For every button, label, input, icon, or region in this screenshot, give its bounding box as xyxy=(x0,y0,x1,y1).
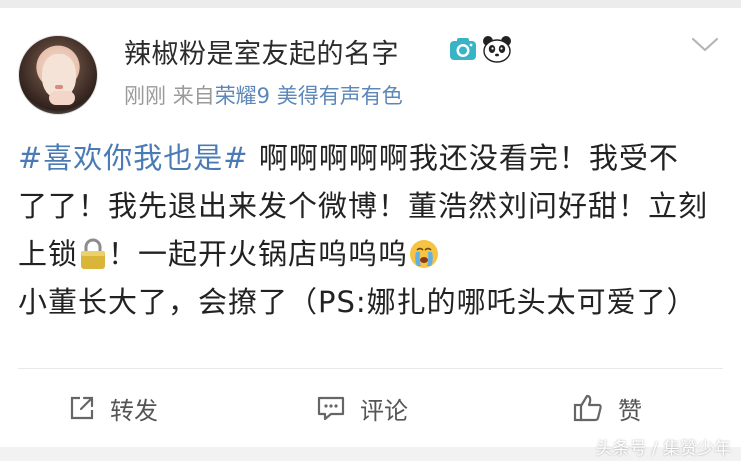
repost-icon xyxy=(70,396,94,420)
divider xyxy=(18,368,723,369)
device-link[interactable]: 荣耀9 美得有声有色 xyxy=(215,84,403,108)
post-time: 刚刚 xyxy=(124,84,166,108)
username[interactable]: 辣椒粉是室友起的名字 xyxy=(124,32,399,71)
repost-label: 转发 xyxy=(110,396,158,425)
top-strip xyxy=(0,0,741,8)
lock-icon xyxy=(81,238,106,269)
post-text-2: ！一起开火锅店呜呜呜 xyxy=(108,237,409,271)
watermark: 头条号 / 集赞少年 xyxy=(595,439,731,459)
topic-link[interactable]: #喜欢你我也是# xyxy=(18,141,249,175)
comment-button[interactable]: 评论 xyxy=(316,386,408,430)
thumbs-up-icon xyxy=(573,394,602,422)
panda-icon xyxy=(483,36,511,63)
comment-label: 评论 xyxy=(360,396,408,425)
post-meta: 刚刚 来自荣耀9 美得有声有色 xyxy=(124,80,403,110)
avatar[interactable] xyxy=(18,35,98,115)
repost-button[interactable]: 转发 xyxy=(68,386,158,430)
like-label: 赞 xyxy=(618,396,642,425)
source-prefix: 来自 xyxy=(172,84,215,108)
chevron-down-icon[interactable] xyxy=(690,36,720,54)
post-text-3: 小董长大了，会撩了（PS:娜扎的哪吒头太可爱了） xyxy=(18,285,697,319)
like-button[interactable]: 赞 xyxy=(572,386,642,430)
crying-face-icon xyxy=(410,240,439,268)
comment-icon xyxy=(317,396,345,421)
post-body: #喜欢你我也是# 啊啊啊啊啊我还没看完！我受不了了！我先退出来发个微博！董浩然刘… xyxy=(18,134,708,326)
avatar-hand xyxy=(49,91,75,105)
camera-icon xyxy=(450,38,476,60)
avatar-lips xyxy=(55,85,63,89)
